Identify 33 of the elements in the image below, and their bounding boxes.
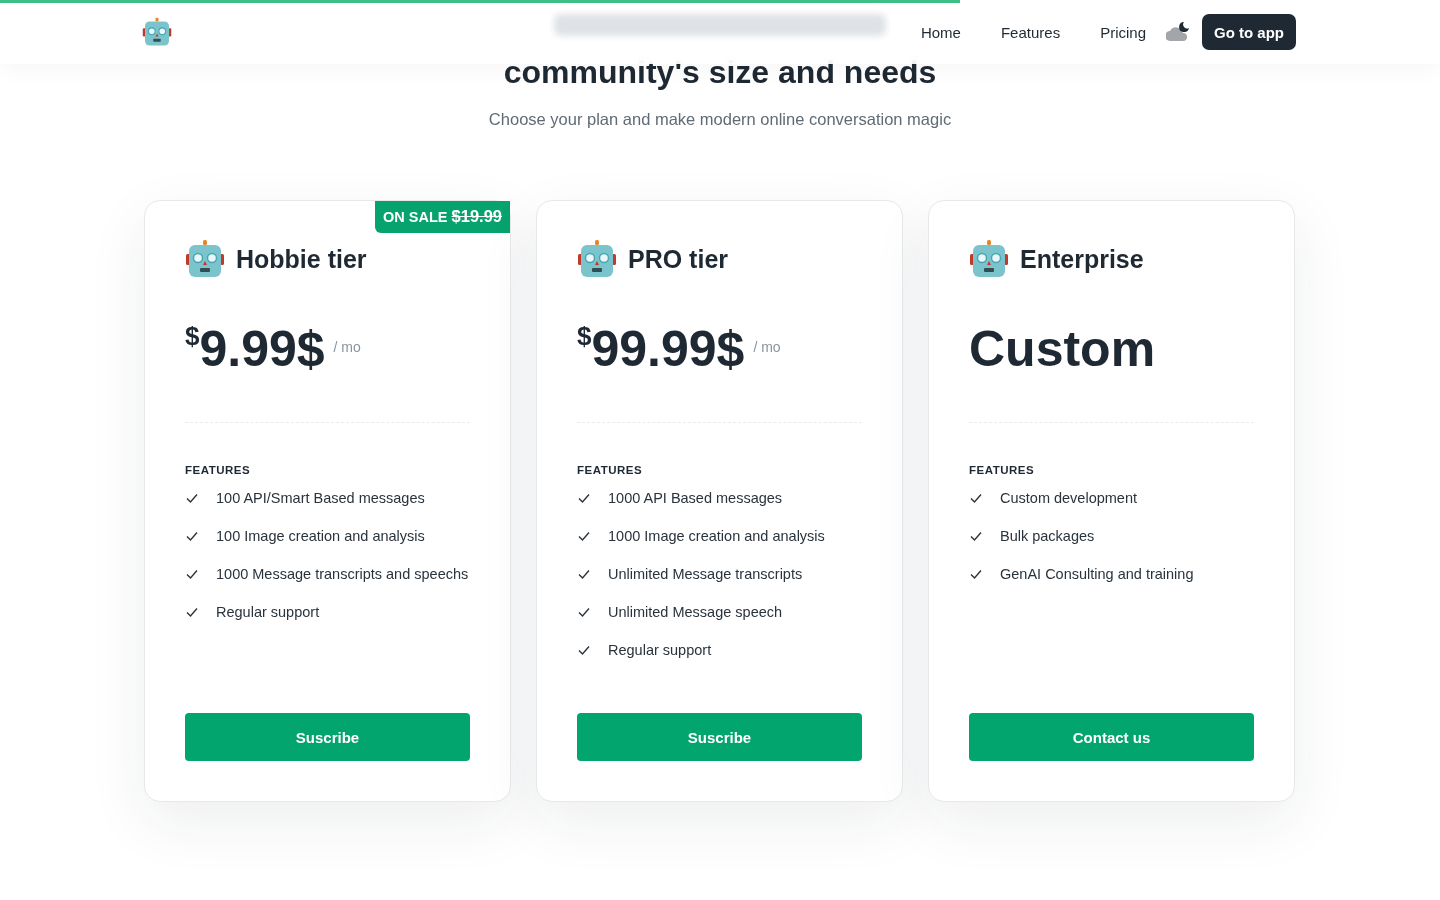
feature-text: Bulk packages <box>1000 527 1095 546</box>
page-title: community's size and needs <box>503 53 937 92</box>
plan-price: 99.99$ <box>591 320 745 379</box>
sale-label: ON SALE <box>383 209 448 225</box>
feature-text: 100 API/Smart Based messages <box>216 489 425 508</box>
plan-name: Hobbie tier <box>236 244 367 274</box>
currency-sign: $ <box>185 321 200 351</box>
nav-link[interactable]: Features <box>980 23 1081 41</box>
features-heading: FEATURES <box>969 464 1036 476</box>
feature-text: 1000 API Based messages <box>608 489 783 508</box>
feature-text: 1000 Image creation and analysis <box>608 527 825 546</box>
plan-price: Custom <box>969 320 1156 379</box>
nav-link[interactable]: Home <box>900 23 981 41</box>
plan-name: PRO tier <box>628 244 729 274</box>
feature-text: 100 Image creation and analysis <box>216 527 425 546</box>
currency-sign: $ <box>577 321 592 351</box>
feature-text: Custom development <box>1000 489 1137 508</box>
features-heading: FEATURES <box>577 464 644 476</box>
feature-text: Regular support <box>216 603 320 622</box>
go-to-app-button[interactable]: Go to app <box>1202 14 1296 50</box>
plan-price: 9.99$ <box>199 320 325 379</box>
old-price: $19.99 <box>451 207 502 226</box>
page-subtitle: Choose your plan and make modern online conversation magic <box>488 110 952 129</box>
price-period: / mo <box>753 339 781 355</box>
nav-link[interactable]: Pricing <box>1080 23 1166 41</box>
plan-name: Enterprise <box>1020 244 1144 274</box>
feature-text: 1000 Message transcripts and speechs <box>216 565 469 584</box>
feature-text: Unlimited Message speech <box>608 603 783 622</box>
features-heading: FEATURES <box>185 464 252 476</box>
feature-text: GenAI Consulting and training <box>1000 565 1194 584</box>
feature-text: Regular support <box>608 641 712 660</box>
price-period: / mo <box>333 339 361 355</box>
feature-text: Unlimited Message transcripts <box>608 565 803 584</box>
